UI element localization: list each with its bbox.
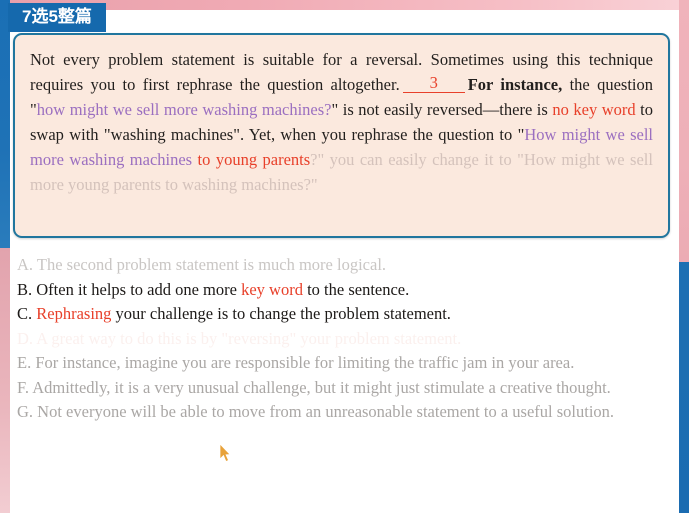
option-g-text: Not everyone will be able to move from a… — [37, 402, 615, 421]
right-pink-bar — [679, 0, 689, 262]
option-b-text-after: to the sentence. — [302, 279, 410, 299]
option-c-highlight: Rephrasing — [36, 304, 112, 323]
option-c-text-after: your challenge is to change the problem … — [111, 304, 451, 323]
option-g-letter: G. — [17, 402, 34, 421]
passage-young-parents: to young parents — [192, 150, 311, 169]
passage-question-quote: how might we sell more washing machines? — [36, 100, 332, 119]
option-f[interactable]: F. Admittedly, it is a very unusual chal… — [17, 376, 671, 400]
option-e[interactable]: E. For instance, imagine you are respons… — [17, 351, 671, 375]
passage-no-key-word: no key word — [552, 100, 636, 119]
passage-sentence-3: " is not easily reversed—there is — [331, 100, 553, 119]
option-b-letter: B. — [17, 279, 33, 299]
left-blue-bar — [0, 0, 10, 248]
passage-quote-close: ?" — [310, 150, 325, 169]
option-d-letter: D. — [17, 328, 34, 348]
option-e-text: For instance, imagine you are responsibl… — [35, 353, 575, 372]
option-e-letter: E. — [17, 353, 32, 372]
section-tab-label: 7选5整篇 — [8, 3, 106, 32]
pointer-arrow-icon — [219, 443, 231, 462]
option-b[interactable]: B. Often it helps to add one more key wo… — [17, 278, 671, 302]
passage-card: Not every problem statement is suitable … — [13, 33, 670, 238]
option-f-text: Admittedly, it is a very unusual challen… — [32, 377, 611, 397]
answer-options-list: A. The second problem statement is much … — [17, 253, 671, 425]
option-d[interactable]: D. A great way to do this is by "reversi… — [17, 327, 671, 351]
answer-blank-3[interactable]: 3 — [402, 74, 465, 93]
right-blue-bar — [679, 262, 689, 513]
option-a[interactable]: A. The second problem statement is much … — [17, 253, 671, 277]
option-g[interactable]: G. Not everyone will be able to move fro… — [17, 400, 671, 424]
option-a-letter: A. — [17, 255, 34, 274]
option-a-text: The second problem statement is much mor… — [36, 255, 387, 274]
option-b-text-before: Often it helps to add one more — [36, 279, 242, 299]
passage-paragraph: Not every problem statement is suitable … — [30, 47, 653, 197]
option-c-letter: C. — [17, 304, 33, 323]
option-f-letter: F. — [17, 377, 29, 397]
passage-for-instance: For instance, — [467, 75, 563, 94]
option-d-text: A great way to do this is by "reversing"… — [36, 328, 462, 348]
left-pink-bar — [0, 248, 10, 513]
option-b-highlight: key word — [241, 279, 303, 299]
option-c[interactable]: C. Rephrasing your challenge is to chang… — [17, 302, 671, 326]
